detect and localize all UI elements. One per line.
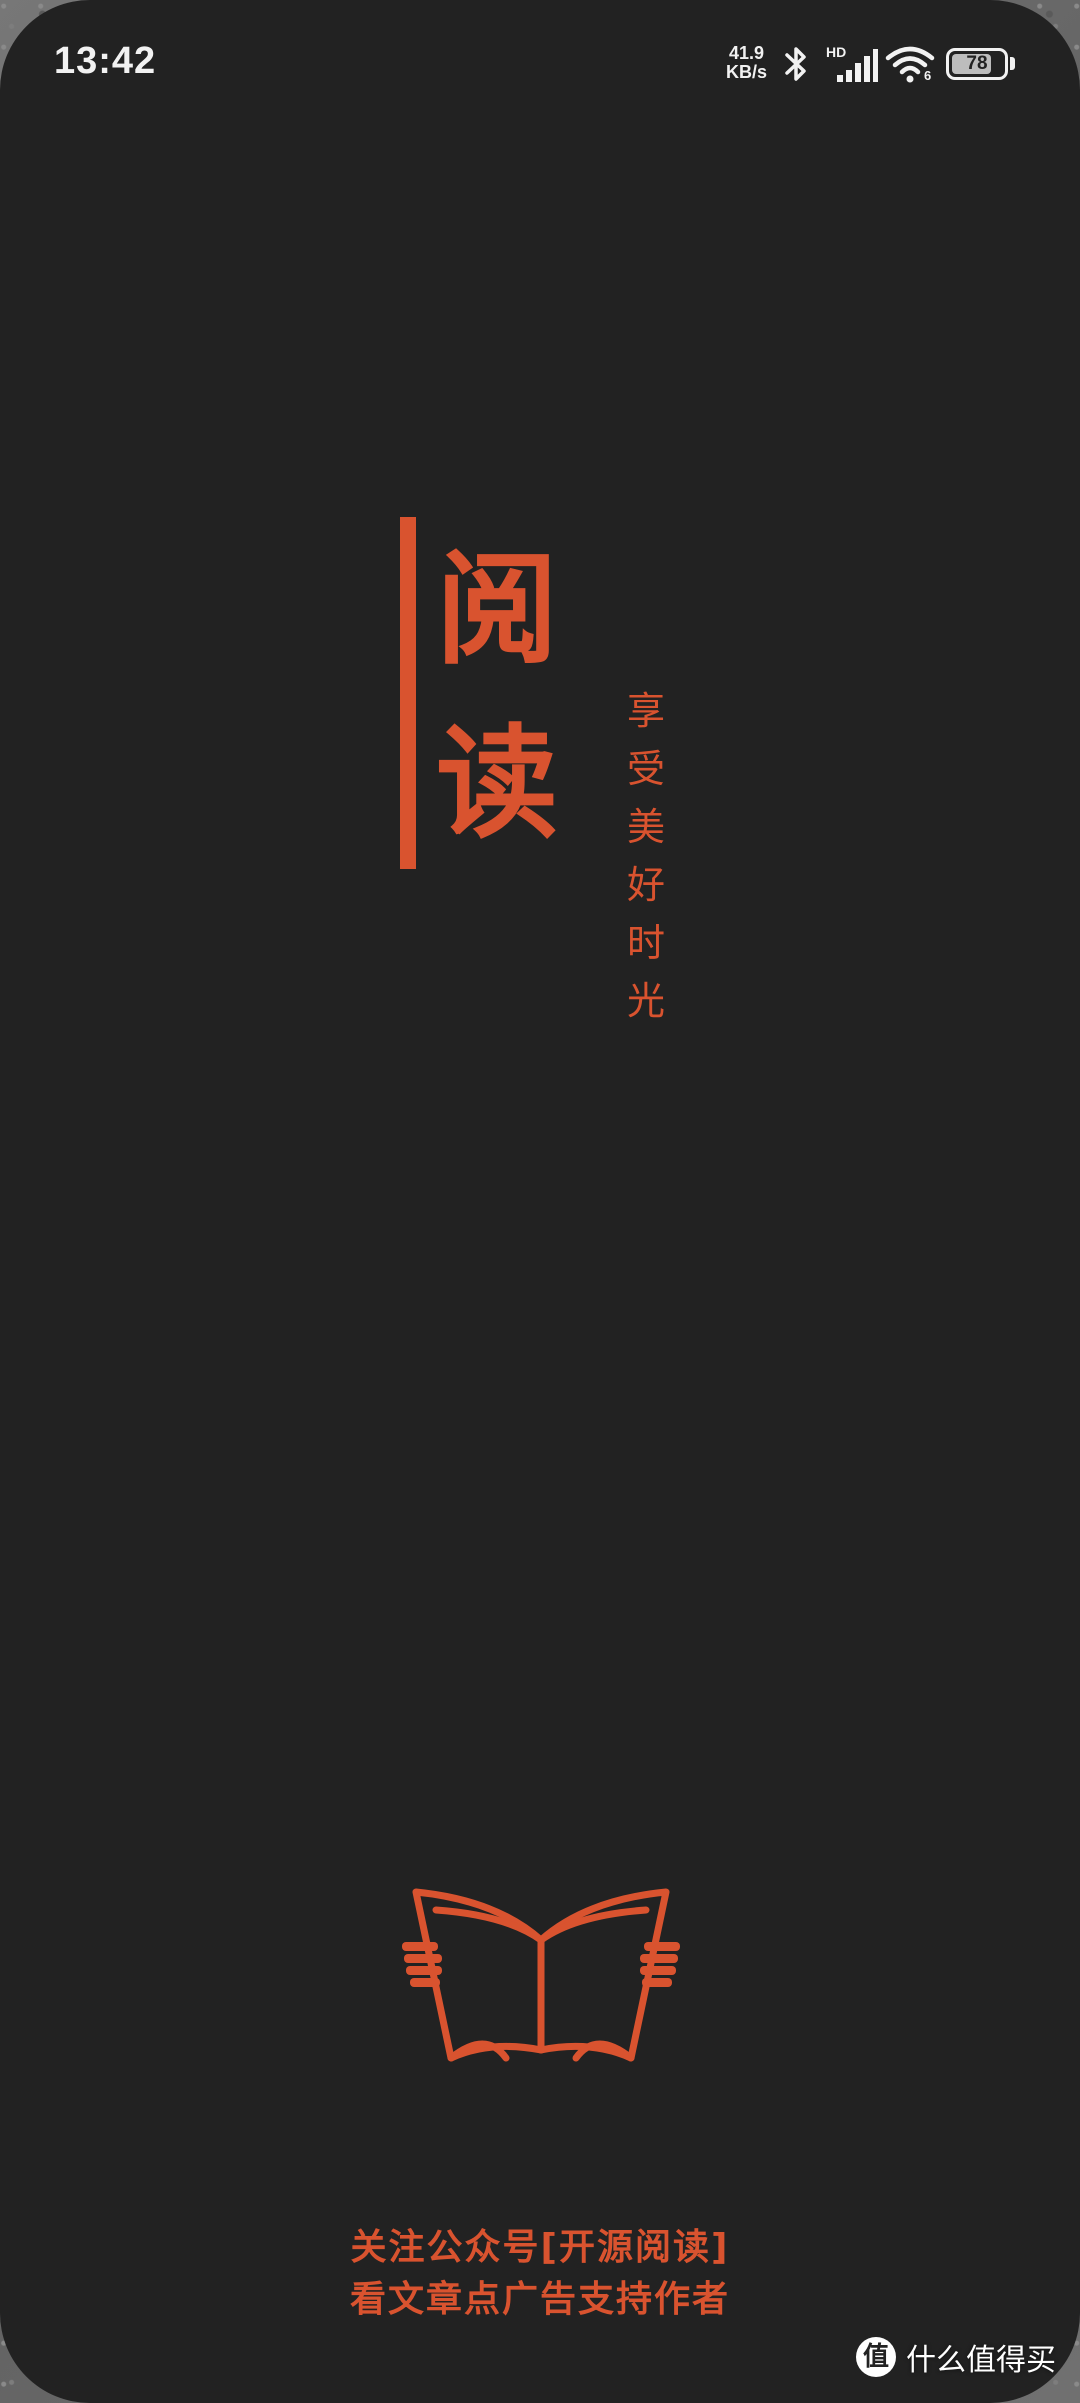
app-title-char-2: 读 bbox=[436, 713, 558, 855]
network-speed: 41.9 KB/s bbox=[726, 44, 767, 82]
battery-icon: 78 bbox=[946, 48, 1008, 80]
bluetooth-icon bbox=[785, 47, 806, 81]
network-speed-value: 41.9 bbox=[728, 43, 765, 63]
slogan-char: 受 bbox=[626, 747, 665, 791]
footer-follow-text: 关注公众号[开源阅读] bbox=[350, 2227, 730, 2268]
app-title-char-1: 阅 bbox=[436, 539, 558, 681]
footer-support-text: 看文章点广告支持作者 bbox=[349, 2279, 730, 2320]
slogan-char: 时 bbox=[626, 921, 665, 965]
slogan-char: 光 bbox=[626, 979, 665, 1023]
splash-screen: 13:42 41.9 KB/s HD 6 78 阅 读 享 受 美 好 时 光 … bbox=[0, 0, 1080, 2403]
wifi-standard-label: 6 bbox=[924, 68, 932, 83]
battery-percent: 78 bbox=[966, 53, 988, 74]
slogan: 享 受 美 好 时 光 bbox=[618, 682, 674, 1030]
source-watermark: 值 什么值得买 bbox=[856, 2335, 1056, 2379]
book-logo-icon bbox=[402, 1888, 680, 2062]
slogan-char: 享 bbox=[626, 689, 665, 733]
watermark-text: 什么值得买 bbox=[906, 2343, 1056, 2378]
network-speed-unit: KB/s bbox=[726, 62, 768, 82]
title-accent-bar bbox=[400, 517, 416, 869]
status-bar: 13:42 41.9 KB/s HD 6 78 bbox=[0, 0, 1080, 130]
watermark-logo-icon: 值 bbox=[856, 2337, 896, 2377]
slogan-char: 美 bbox=[626, 805, 665, 849]
slogan-char: 好 bbox=[626, 863, 665, 907]
battery-tip bbox=[1010, 57, 1015, 70]
cellular-signal-icon bbox=[837, 49, 878, 82]
status-time: 13:42 bbox=[54, 40, 157, 82]
